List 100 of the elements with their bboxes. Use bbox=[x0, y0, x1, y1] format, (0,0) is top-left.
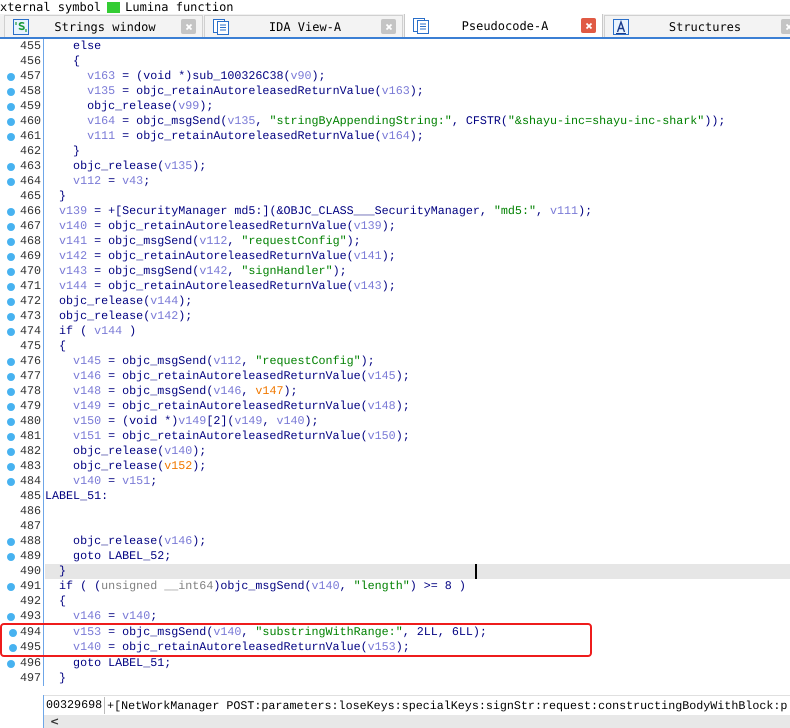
breakpoint-dot[interactable] bbox=[7, 328, 15, 336]
breakpoint-dot[interactable] bbox=[9, 628, 17, 636]
line-number: 484 bbox=[18, 474, 42, 489]
breakpoint-dot[interactable] bbox=[7, 132, 15, 140]
breakpoint-dot[interactable] bbox=[7, 118, 15, 126]
code-line: v163 = (void *)sub_100326C38(v90); bbox=[86, 69, 327, 84]
code-line: if ( (unsigned __int64)objc_msgSend(v140, "length") >= 8 ) bbox=[58, 579, 467, 594]
line-number: 495 bbox=[18, 640, 42, 655]
code-line: v148 = objc_msgSend(v146, v147); bbox=[72, 384, 299, 399]
address-text: 00329698 bbox=[44, 697, 106, 714]
code-line: objc_release(v135); bbox=[72, 159, 208, 174]
legend-label: xternal symbol bbox=[0, 0, 102, 14]
breakpoint-dot[interactable] bbox=[7, 552, 15, 560]
code-line: v140 = objc_retainAutoreleasedReturnValue(v139); bbox=[58, 219, 397, 234]
code-line: v145 = objc_msgSend(v112, "requestConfig"); bbox=[72, 354, 376, 369]
line-number: 469 bbox=[18, 249, 42, 264]
code-line: { bbox=[72, 54, 82, 69]
code-line: objc_release(v142); bbox=[58, 309, 194, 324]
line-number: 462 bbox=[18, 144, 42, 159]
breakpoint-dot[interactable] bbox=[7, 282, 15, 290]
breakpoint-dot[interactable] bbox=[9, 644, 17, 652]
line-number: 472 bbox=[18, 294, 42, 309]
line-number: 475 bbox=[18, 339, 42, 354]
code-line: else bbox=[72, 39, 102, 54]
code-line: objc_release(v152); bbox=[72, 459, 208, 474]
line-number: 480 bbox=[18, 414, 42, 429]
code-line: v140 = objc_retainAutoreleasedReturnValue(v153); bbox=[72, 640, 411, 655]
breakpoint-dot[interactable] bbox=[7, 252, 15, 260]
letter-a-icon bbox=[613, 18, 629, 34]
line-number: 489 bbox=[18, 549, 42, 564]
line-number: 477 bbox=[18, 369, 42, 384]
breakpoint-dot[interactable] bbox=[7, 432, 15, 440]
close-button[interactable] bbox=[381, 19, 396, 34]
breakpoint-dot[interactable] bbox=[7, 660, 15, 668]
breakpoint-dot[interactable] bbox=[7, 448, 15, 456]
line-number: 476 bbox=[18, 354, 42, 369]
line-number: 487 bbox=[18, 519, 42, 534]
tab[interactable]: Strings window bbox=[4, 15, 203, 37]
code-line: { bbox=[58, 594, 68, 609]
line-number: 493 bbox=[18, 609, 42, 624]
breakpoint-dot[interactable] bbox=[7, 418, 15, 426]
code-line: LABEL_51: bbox=[45, 489, 110, 504]
code-line: v164 = objc_msgSend(v135, "stringByAppendingString:", CFSTR("&shayu-inc=shayu-inc-shark")); bbox=[86, 114, 726, 129]
line-number: 459 bbox=[18, 99, 42, 114]
line-number: 460 bbox=[18, 114, 42, 129]
breakpoint-dot[interactable] bbox=[7, 208, 15, 216]
breakpoint-dot[interactable] bbox=[7, 222, 15, 230]
breakpoint-dot[interactable] bbox=[7, 268, 15, 276]
code-line: objc_release(v140); bbox=[72, 444, 208, 459]
code-line: v149 = objc_retainAutoreleasedReturnValue(v148); bbox=[72, 399, 411, 414]
breakpoint-dot[interactable] bbox=[7, 582, 15, 590]
horizontal-scrollbar[interactable]: < bbox=[44, 715, 790, 728]
strings-icon bbox=[13, 18, 29, 34]
line-number: 468 bbox=[18, 234, 42, 249]
breakpoint-dot[interactable] bbox=[7, 102, 15, 110]
breakpoint-dot[interactable] bbox=[7, 312, 15, 320]
tab[interactable]: IDA View-A bbox=[204, 15, 403, 37]
breakpoint-dot[interactable] bbox=[7, 88, 15, 96]
breakpoint-dot[interactable] bbox=[7, 358, 15, 366]
line-number: 488 bbox=[18, 534, 42, 549]
close-button[interactable] bbox=[181, 19, 196, 34]
breakpoint-dot[interactable] bbox=[7, 388, 15, 396]
code-line: } bbox=[58, 189, 68, 204]
breakpoint-dot[interactable] bbox=[7, 462, 15, 470]
line-number: 455 bbox=[18, 39, 42, 54]
code-line: v142 = objc_retainAutoreleasedReturnValue(v141); bbox=[58, 249, 397, 264]
tab[interactable]: Structures bbox=[604, 15, 790, 37]
code-line: v150 = (void *)v149[2](v149, v140); bbox=[72, 414, 320, 429]
code-line: v146 = v140; bbox=[72, 609, 158, 624]
code-line: { bbox=[58, 339, 68, 354]
breakpoint-dot[interactable] bbox=[7, 538, 15, 546]
line-number: 463 bbox=[18, 159, 42, 174]
line-number: 483 bbox=[18, 459, 42, 474]
breakpoint-dot[interactable] bbox=[7, 612, 15, 620]
code-line: goto LABEL_52; bbox=[72, 549, 172, 564]
close-button[interactable] bbox=[581, 18, 596, 33]
breakpoint-dot[interactable] bbox=[7, 478, 15, 486]
breakpoint-dot[interactable] bbox=[7, 372, 15, 380]
line-number: 474 bbox=[18, 324, 42, 339]
breakpoint-dot[interactable] bbox=[7, 238, 15, 246]
line-number: 470 bbox=[18, 264, 42, 279]
breakpoint-dot[interactable] bbox=[7, 402, 15, 410]
line-number: 497 bbox=[18, 671, 42, 686]
breakpoint-dot[interactable] bbox=[7, 178, 15, 186]
breakpoint-dot[interactable] bbox=[7, 72, 15, 80]
line-number: 486 bbox=[18, 504, 42, 519]
code-line: v111 = objc_retainAutoreleasedReturnValue(v164); bbox=[86, 129, 425, 144]
line-number: 464 bbox=[18, 174, 42, 189]
code-line: if ( v144 ) bbox=[58, 324, 138, 339]
code-line: } bbox=[72, 144, 82, 159]
line-number: 482 bbox=[18, 444, 42, 459]
code-line: objc_release(v144); bbox=[58, 294, 194, 309]
line-number: 491 bbox=[18, 579, 42, 594]
code-line: v146 = objc_retainAutoreleasedReturnValue(v145); bbox=[72, 369, 411, 384]
code-line: v141 = objc_msgSend(v112, "requestConfig"); bbox=[58, 234, 362, 249]
breakpoint-dot[interactable] bbox=[7, 162, 15, 170]
breakpoint-dot[interactable] bbox=[7, 298, 15, 306]
code-line: } bbox=[58, 671, 68, 686]
legend-label: Lumina function bbox=[125, 0, 234, 14]
tab[interactable]: Pseudocode-A bbox=[404, 14, 603, 37]
